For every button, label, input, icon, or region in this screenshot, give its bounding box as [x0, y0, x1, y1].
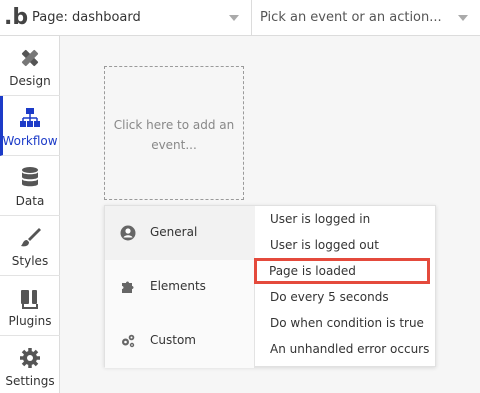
option-user-logged-out[interactable]: User is logged out: [255, 232, 437, 258]
sidebar-item-label: Settings: [5, 374, 55, 388]
sidebar-item-workflow[interactable]: Workflow: [0, 96, 60, 156]
sidebar-item-design[interactable]: Design: [0, 36, 60, 96]
event-type-menu: General Elements Custom User is logged i…: [104, 205, 437, 368]
event-action-select[interactable]: Pick an event or an action...: [252, 0, 480, 36]
page-select[interactable]: Page: dashboard: [24, 0, 252, 36]
plug-icon: [21, 290, 38, 309]
sidebar-item-label: Workflow: [2, 134, 58, 148]
option-do-every-5-seconds[interactable]: Do every 5 seconds: [255, 284, 437, 310]
user-circle-icon: [120, 225, 136, 241]
sidebar-nav: Design Workflow Data Styles Plugins Sett…: [0, 36, 60, 393]
sidebar-item-styles[interactable]: Styles: [0, 216, 60, 276]
sidebar-item-settings[interactable]: Settings: [0, 336, 60, 393]
sidebar-item-label: Design: [9, 74, 51, 88]
option-user-logged-in[interactable]: User is logged in: [255, 206, 437, 232]
sidebar-item-label: Data: [15, 194, 45, 208]
workflow-icon: [20, 108, 40, 127]
page-select-value: Page: dashboard: [32, 10, 141, 25]
category-elements[interactable]: Elements: [105, 260, 255, 314]
event-category-list: General Elements Custom: [105, 206, 255, 368]
design-icon: [21, 49, 39, 67]
sidebar-item-label: Plugins: [8, 314, 52, 328]
add-event-placeholder[interactable]: Click here to add an event...: [104, 66, 244, 200]
event-action-select-value: Pick an event or an action...: [260, 10, 442, 25]
category-custom[interactable]: Custom: [105, 314, 255, 368]
option-page-is-loaded[interactable]: Page is loaded: [254, 258, 430, 284]
chevron-down-icon: [229, 15, 239, 21]
brush-icon: [21, 228, 41, 247]
top-bar: .b Page: dashboard Pick an event or an a…: [0, 0, 480, 36]
option-unhandled-error[interactable]: An unhandled error occurs: [255, 336, 437, 362]
chevron-down-icon: [458, 15, 468, 21]
sidebar-item-label: Styles: [11, 254, 49, 268]
puzzle-icon: [122, 281, 134, 293]
gears-icon: [122, 334, 135, 348]
sidebar-item-plugins[interactable]: Plugins: [0, 276, 60, 336]
category-label: Elements: [150, 279, 206, 293]
sidebar-item-data[interactable]: Data: [0, 156, 60, 216]
category-general[interactable]: General: [105, 206, 255, 260]
gear-icon: [20, 348, 40, 368]
add-event-text: Click here to add an event...: [113, 118, 235, 152]
database-icon: [22, 167, 38, 187]
option-do-when-condition-true[interactable]: Do when condition is true: [255, 310, 437, 336]
category-label: General: [150, 225, 198, 239]
category-label: Custom: [150, 333, 196, 347]
event-option-list: User is logged in User is logged out Pag…: [254, 206, 437, 368]
